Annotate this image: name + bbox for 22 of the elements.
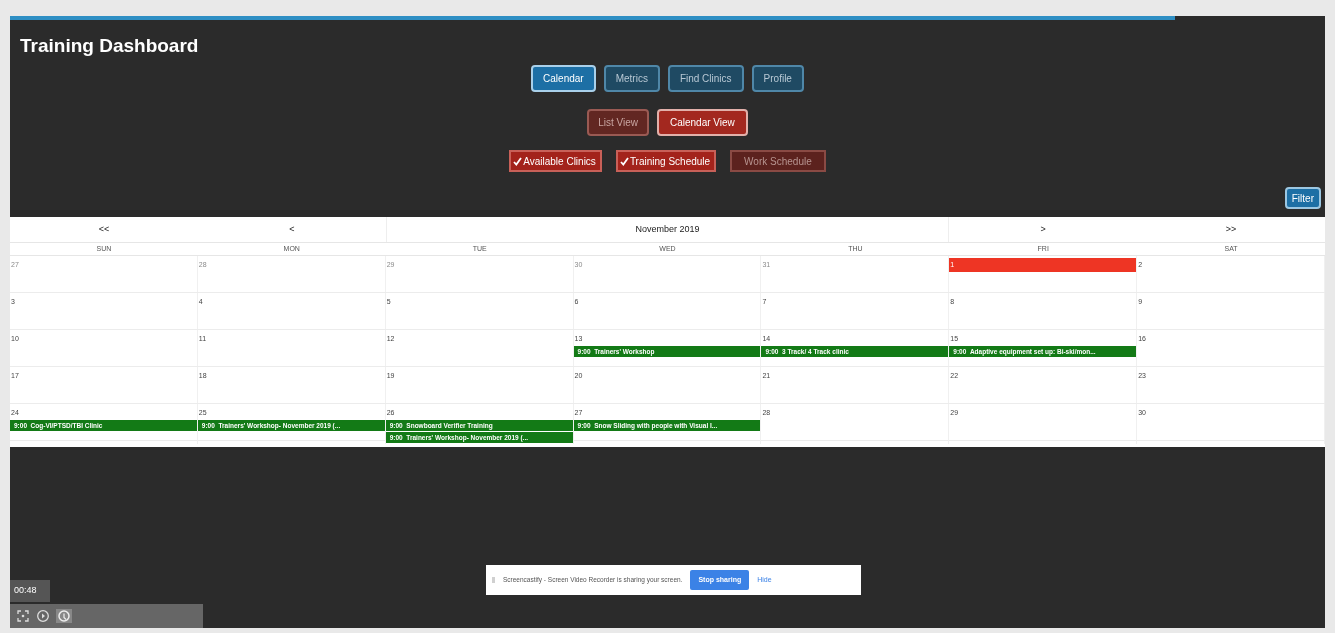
filter-toggle[interactable]: Work Schedule bbox=[730, 150, 826, 172]
nav-tab[interactable]: Find Clinics bbox=[667, 65, 744, 92]
month-nav-button[interactable]: > bbox=[949, 217, 1138, 242]
checkmark-icon bbox=[513, 156, 523, 166]
fullscreen-icon[interactable] bbox=[17, 610, 29, 622]
checkmark-icon bbox=[619, 156, 629, 166]
month-nav-button[interactable]: < bbox=[197, 217, 386, 242]
page-title: Training Dashboard bbox=[20, 36, 199, 55]
month-nav-button[interactable]: << bbox=[10, 217, 198, 242]
grip-icon bbox=[492, 577, 495, 583]
filter-toggle[interactable]: Training Schedule bbox=[615, 150, 717, 172]
nav-tab[interactable]: Calendar bbox=[531, 65, 596, 92]
filter-button[interactable]: Filter bbox=[1284, 187, 1321, 209]
view-toggle[interactable]: Calendar View bbox=[657, 109, 748, 136]
nav-tab[interactable]: Profile bbox=[751, 65, 804, 92]
month-title: November 2019 bbox=[385, 217, 950, 242]
filter-toggle[interactable]: Available Clinics bbox=[509, 150, 602, 172]
view-toggle[interactable]: List View bbox=[587, 109, 649, 136]
play-icon[interactable] bbox=[37, 610, 49, 622]
video-time: 00:48 bbox=[10, 580, 50, 602]
month-nav-button[interactable]: >> bbox=[1137, 217, 1325, 242]
nav-tab[interactable]: Metrics bbox=[603, 65, 660, 92]
